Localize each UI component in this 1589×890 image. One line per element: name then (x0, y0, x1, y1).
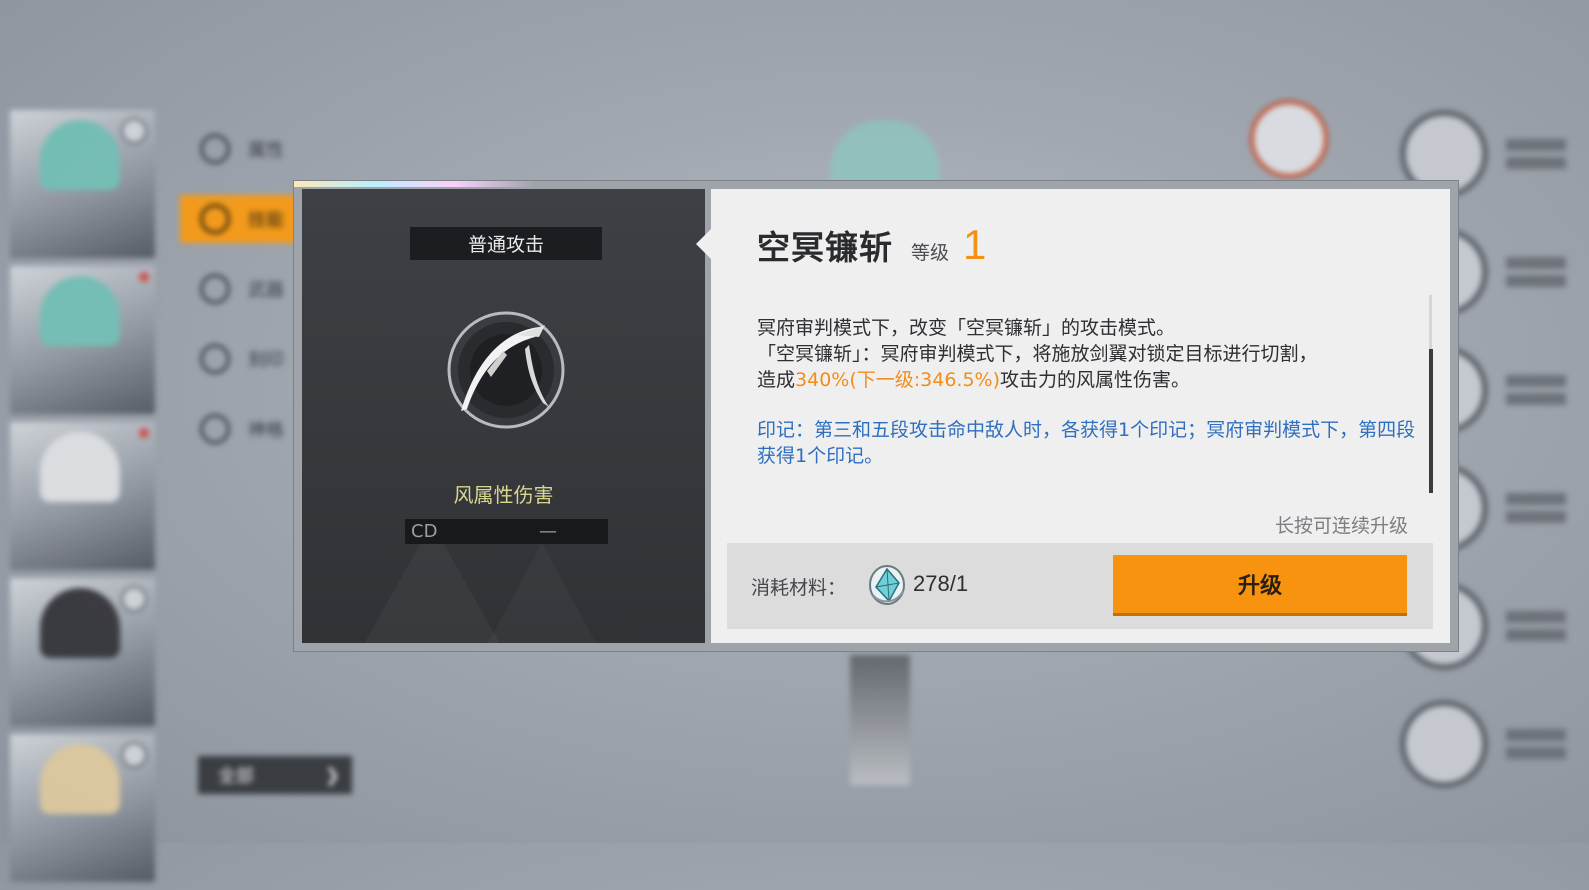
menu-item-attributes[interactable]: 属性 (180, 125, 320, 173)
crystal-material-icon[interactable] (867, 561, 907, 609)
element-emblem-icon (1250, 100, 1328, 178)
damage-multiplier: 340%(下一级:346.5%) (795, 369, 1001, 391)
character-portrait[interactable] (10, 578, 155, 726)
scythe-icon (447, 311, 565, 429)
filter-button[interactable]: 全部 ❯ (198, 756, 352, 794)
skill-slot-icon (1400, 700, 1488, 788)
cooldown-value: — (539, 521, 557, 542)
skill-list-item[interactable] (1400, 685, 1589, 803)
scrollbar-thumb[interactable] (1429, 349, 1433, 493)
hold-upgrade-hint: 长按可连续升级 (1274, 515, 1408, 537)
description-line: 造成340%(下一级:346.5%)攻击力的风属性伤害。 (757, 369, 1191, 391)
skill-title: 空冥镰斩 等级 1 (757, 221, 986, 269)
cost-label: 消耗材料： (751, 577, 847, 599)
description-line: 冥府审判模式下，改变「空冥镰斩」的攻击模式。 (757, 317, 1176, 339)
divinity-icon (200, 414, 230, 444)
skill-detail-modal: 普通攻击 风属性伤害 CD — 空冥镰斩 等级 1 冥府审判模式下，改变「空冥镰… (294, 181, 1458, 651)
character-roster (10, 110, 158, 890)
weapon-icon (200, 274, 230, 304)
imprint-description: 印记：第三和五段攻击命中敌人时，各获得1个印记；冥府审判模式下，第四段获得1个印… (757, 419, 1416, 467)
character-model-legs (850, 655, 910, 785)
cost-amount: 278/1 (913, 571, 969, 596)
damage-type-label: 风属性伤害 (453, 483, 554, 507)
skill-description: 冥府审判模式下，改变「空冥镰斩」的攻击模式。 「空冥镰斩」：冥府审判模式下，将施… (757, 315, 1417, 469)
skill-icon-panel: 普通攻击 风属性伤害 CD — (302, 189, 705, 643)
character-portrait[interactable] (10, 266, 155, 414)
skill-name: 空冥镰斩 (757, 228, 893, 267)
cooldown-bar: CD — (405, 519, 608, 544)
level-label: 等级 (911, 242, 950, 264)
level-value: 1 (963, 221, 987, 268)
skill-info-panel: 空冥镰斩 等级 1 冥府审判模式下，改变「空冥镰斩」的攻击模式。 「空冥镰斩」：… (711, 189, 1450, 643)
panel-pointer (696, 229, 711, 259)
skill-type-label: 普通攻击 (410, 227, 602, 260)
attributes-icon (200, 134, 230, 164)
character-portrait[interactable] (10, 422, 155, 570)
character-portrait[interactable] (10, 110, 155, 258)
imprint-icon (200, 344, 230, 374)
skills-icon (200, 204, 230, 234)
character-portrait[interactable] (10, 734, 155, 882)
upgrade-cost-bar: 消耗材料： 278/1 升级 (727, 543, 1433, 629)
chevron-right-icon: ❯ (324, 764, 340, 786)
description-line: 「空冥镰斩」：冥府审判模式下，将施放剑翼对锁定目标进行切割， (757, 343, 1318, 365)
upgrade-button[interactable]: 升级 (1113, 555, 1407, 613)
cooldown-label: CD (411, 521, 438, 542)
